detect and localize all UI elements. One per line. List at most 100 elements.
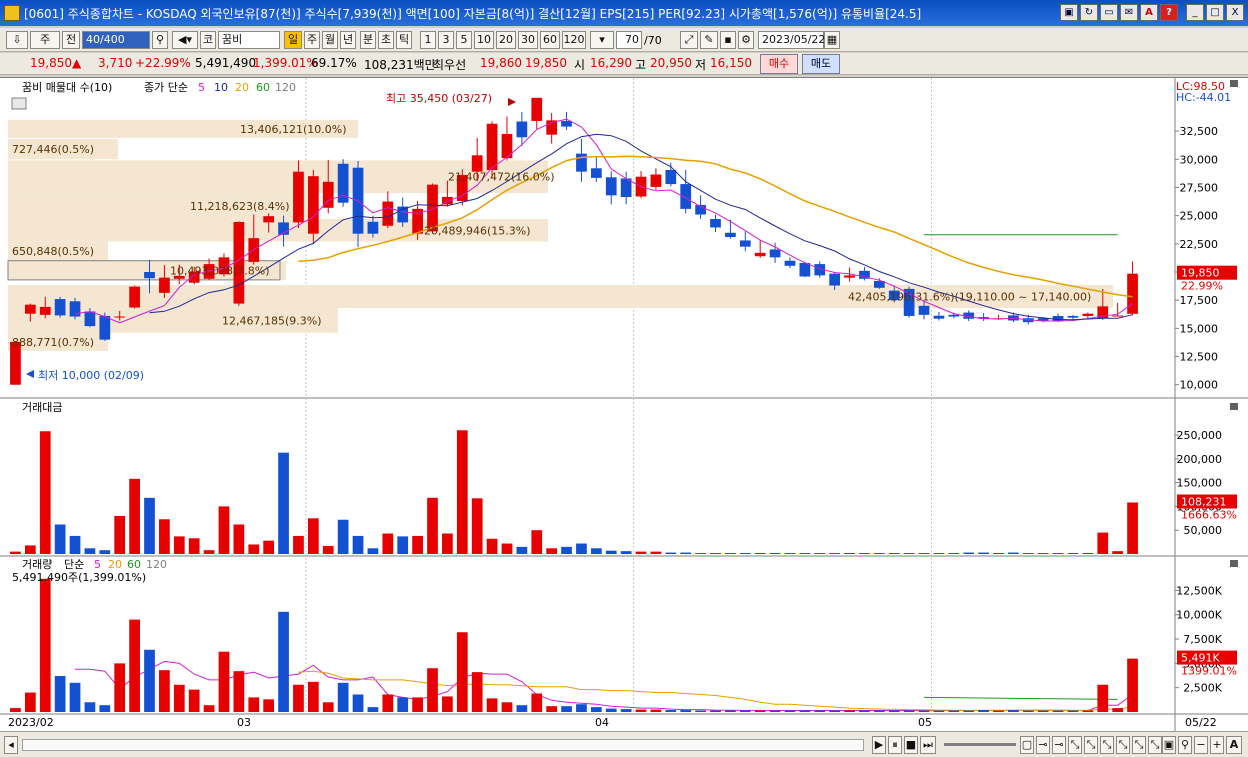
amount-bar: [486, 538, 498, 554]
period-second[interactable]: 초: [378, 31, 394, 49]
volume-panel-title: 거래량: [22, 558, 52, 571]
screen-icon[interactable]: ▣: [1060, 4, 1078, 21]
minus-icon[interactable]: −: [1194, 736, 1208, 754]
save-icon[interactable]: ▪: [720, 31, 736, 49]
period-year[interactable]: 년: [340, 31, 356, 49]
period-month[interactable]: 월: [322, 31, 338, 49]
interval-1[interactable]: 1: [420, 31, 436, 49]
fast-forward-icon[interactable]: ⏭: [920, 736, 936, 754]
tool-icon[interactable]: ✎: [700, 31, 718, 49]
profile-label: 20,489,946(15.3%): [424, 224, 531, 237]
volume-bar: [159, 670, 170, 712]
amount-bar: [546, 548, 558, 554]
amount-tag-pct: 1666.63%: [1181, 508, 1237, 521]
candle-body: [605, 177, 617, 196]
date-input[interactable]: 2023/05/22: [758, 31, 825, 49]
period-week[interactable]: 주: [304, 31, 320, 49]
play-icon[interactable]: ▶: [872, 736, 886, 754]
volume-bar: [1037, 710, 1049, 712]
interval-10[interactable]: 10: [474, 31, 494, 49]
candle-body: [69, 301, 81, 317]
y-tick-label: 17,500: [1180, 294, 1219, 307]
candle-body: [933, 315, 945, 319]
sell-button[interactable]: 매도: [802, 54, 840, 74]
period-tick[interactable]: 틱: [396, 31, 412, 49]
price-panel-title: 꿈비 매물대 수(10): [22, 81, 112, 94]
y-tick-label: 10,000: [1180, 379, 1219, 392]
volume-bar: [769, 710, 781, 712]
amount-bar: [442, 533, 453, 554]
amount-bar: [754, 553, 766, 554]
tool-b-icon[interactable]: ⊸: [1052, 736, 1066, 754]
candle-body: [829, 273, 841, 286]
plus-icon[interactable]: +: [1210, 736, 1224, 754]
scrollbar-track[interactable]: [22, 739, 864, 751]
amount-bar: [829, 553, 841, 554]
interval-120[interactable]: 120: [562, 31, 586, 49]
maximize-button[interactable]: □: [1206, 4, 1224, 21]
profile-label: 21,407,472(16.0%): [448, 171, 555, 184]
amount-bar: [218, 506, 230, 554]
panel-close-icon: [1230, 80, 1238, 87]
amount-bar: [39, 431, 51, 554]
period-day[interactable]: 일: [284, 31, 302, 49]
tool-a-icon[interactable]: ⊸: [1036, 736, 1050, 754]
font-a-icon[interactable]: A: [1140, 4, 1158, 21]
pause-icon[interactable]: ⏸: [888, 736, 902, 754]
zoom-slider[interactable]: [944, 743, 1016, 746]
open-label: 시: [574, 58, 586, 72]
volume-bar: [754, 710, 766, 712]
compare-button[interactable]: 전: [62, 31, 80, 49]
stock-name-input[interactable]: 꿈비: [218, 31, 280, 49]
speaker-icon[interactable]: ◀▾: [172, 31, 198, 49]
tool-h-icon[interactable]: ⤡: [1148, 736, 1162, 754]
amount-bar: [456, 430, 468, 554]
zoom-icon[interactable]: ⚲: [1178, 736, 1192, 754]
count-input[interactable]: 40/400: [82, 31, 150, 49]
lock-icon[interactable]: ⇩: [6, 31, 28, 49]
code-prefix[interactable]: 코: [200, 31, 216, 49]
interval-dropdown[interactable]: ▾: [590, 31, 614, 49]
volume-bar: [784, 710, 796, 712]
interval-30[interactable]: 30: [518, 31, 538, 49]
volume-bar: [456, 632, 468, 712]
volume-bar: [888, 710, 900, 712]
crosshair-icon[interactable]: ⤢: [680, 31, 698, 49]
buy-button[interactable]: 매수: [760, 54, 798, 74]
mail-icon[interactable]: ✉: [1120, 4, 1138, 21]
search-icon[interactable]: ⚲: [152, 31, 168, 49]
tool-i-icon[interactable]: ▣: [1162, 736, 1176, 754]
tool-f-icon[interactable]: ⤡: [1116, 736, 1130, 754]
interval-5[interactable]: 5: [456, 31, 472, 49]
interval-60[interactable]: 60: [540, 31, 560, 49]
period-minute[interactable]: 분: [360, 31, 376, 49]
stop-icon[interactable]: ■: [904, 736, 918, 754]
period-type-select[interactable]: 주: [30, 31, 60, 49]
tool-c-icon[interactable]: ⤡: [1068, 736, 1082, 754]
font-icon[interactable]: A: [1226, 736, 1242, 754]
profile-label: 42,405,196(31.6%)(19,110.00 ~ 17,140.00): [848, 291, 1091, 304]
amount-bar: [1052, 553, 1064, 554]
scroll-left-icon[interactable]: ◂: [4, 736, 18, 754]
volume-ratio: 1,399.01%: [253, 56, 318, 70]
interval-3[interactable]: 3: [438, 31, 454, 49]
calendar-icon[interactable]: ▦: [824, 31, 840, 49]
gear-icon[interactable]: ⚙: [738, 31, 754, 49]
volume-bar: [144, 649, 155, 712]
candle-body: [486, 123, 498, 170]
tool-g-icon[interactable]: ⤡: [1132, 736, 1146, 754]
interval-20[interactable]: 20: [496, 31, 516, 49]
close-button[interactable]: X: [1226, 4, 1244, 21]
tool-d-icon[interactable]: ⤡: [1084, 736, 1098, 754]
box-icon[interactable]: ▢: [1020, 736, 1034, 754]
minimize-button[interactable]: _: [1186, 4, 1204, 21]
chart-area[interactable]: 32,50030,00027,50025,00022,50020,00017,5…: [0, 77, 1248, 732]
ma-label: 종가 단순: [144, 81, 188, 94]
window-icon[interactable]: ▭: [1100, 4, 1118, 21]
tool-e-icon[interactable]: ⤡: [1100, 736, 1114, 754]
page-input[interactable]: 70: [616, 31, 642, 49]
help-button[interactable]: ?: [1160, 4, 1178, 21]
volume-bar: [844, 710, 855, 712]
refresh-icon[interactable]: ↻: [1080, 4, 1098, 21]
stock-chart[interactable]: 32,50030,00027,50025,00022,50020,00017,5…: [0, 78, 1248, 732]
